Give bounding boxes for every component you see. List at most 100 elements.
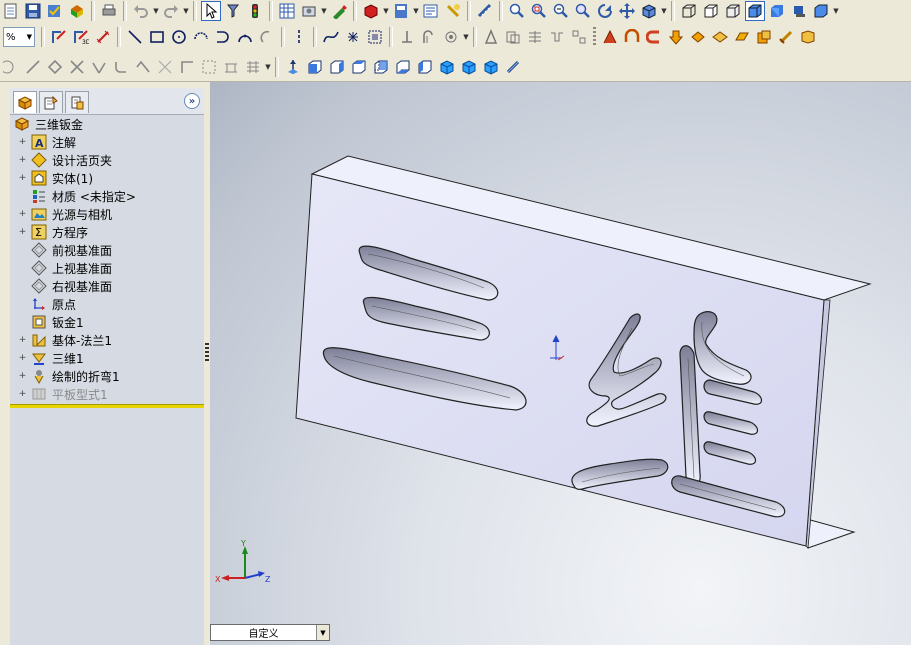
view-trimetric-icon[interactable] [459, 57, 479, 77]
tree-item[interactable]: + 实体(1) [10, 169, 204, 187]
chevron-down-icon[interactable]: ▼ [660, 1, 668, 21]
ellipse-icon[interactable] [1, 57, 21, 77]
view-front-icon[interactable] [305, 57, 325, 77]
tree-item[interactable]: + 基体-法兰1 [10, 331, 204, 349]
collapse-panel-button[interactable]: » [184, 93, 200, 109]
expand-plus-icon[interactable]: + [18, 173, 27, 183]
tree-item[interactable]: 原点 [10, 295, 204, 313]
fold-icon[interactable] [644, 27, 664, 47]
three-point-arc-icon[interactable] [235, 27, 255, 47]
chevron-down-icon[interactable]: ▼ [152, 1, 160, 21]
tree-item[interactable]: 钣金1 [10, 313, 204, 331]
rebuild-icon[interactable] [45, 1, 65, 21]
zoom-fit-icon[interactable] [507, 1, 527, 21]
expand-plus-icon[interactable]: + [18, 209, 27, 219]
view-orientation-combo[interactable]: 自定义 ▼ [210, 624, 330, 641]
expand-plus-icon[interactable]: + [18, 353, 27, 363]
trim-icon[interactable] [397, 27, 417, 47]
flatten-icon[interactable] [688, 27, 708, 47]
property-manager-tab[interactable] [39, 91, 63, 113]
rollback-bar[interactable] [10, 404, 204, 408]
select-icon[interactable] [201, 1, 221, 21]
view-bottom-icon[interactable] [415, 57, 435, 77]
base-flange-icon[interactable] [525, 27, 545, 47]
view-top-icon[interactable] [393, 57, 413, 77]
tangent-arc-icon[interactable] [213, 27, 233, 47]
chevron-down-icon[interactable]: ▼ [412, 1, 420, 21]
sketch-icon[interactable] [49, 27, 69, 47]
edge-flange-icon[interactable] [569, 27, 589, 47]
chevron-down-icon[interactable]: ▼ [462, 27, 470, 47]
centerpoint-arc-icon[interactable] [191, 27, 211, 47]
expand-plus-icon[interactable]: + [18, 389, 27, 399]
display-shaded-edges-icon[interactable] [745, 1, 765, 21]
grid-snap-icon[interactable] [155, 57, 175, 77]
tree-item[interactable]: 上视基准面 [10, 259, 204, 277]
circle-icon[interactable] [169, 27, 189, 47]
line-icon[interactable] [125, 27, 145, 47]
mirror-icon[interactable] [441, 27, 461, 47]
rectangle-icon[interactable] [147, 27, 167, 47]
view-orient-icon[interactable] [361, 1, 381, 21]
pan-icon[interactable] [617, 1, 637, 21]
view-isometric-icon[interactable] [437, 57, 457, 77]
view-orientation-link-icon[interactable] [503, 57, 523, 77]
help-icon[interactable] [421, 1, 441, 21]
normal-to-icon[interactable] [283, 57, 303, 77]
unfold-icon[interactable] [666, 27, 686, 47]
view-left-icon[interactable] [349, 57, 369, 77]
sketch-chamfer-icon[interactable] [133, 57, 153, 77]
redo-icon[interactable] [161, 1, 181, 21]
traffic-light-icon[interactable] [245, 1, 265, 21]
select-filter-icon[interactable] [223, 1, 243, 21]
chevron-down-icon[interactable]: ▼ [264, 57, 272, 77]
dashed-rectangle-icon[interactable] [199, 57, 219, 77]
tree-item[interactable]: + 设计活页夹 [10, 151, 204, 169]
display-wireframe-icon[interactable] [679, 1, 699, 21]
linear-pattern-icon[interactable] [481, 27, 501, 47]
tree-item[interactable]: 右视基准面 [10, 277, 204, 295]
sketch-fillet-icon[interactable] [111, 57, 131, 77]
tree-root[interactable]: 三维钣金 [10, 115, 204, 133]
move-icon[interactable] [221, 57, 241, 77]
offset-icon[interactable] [419, 27, 439, 47]
display-shaded-icon[interactable] [767, 1, 787, 21]
spline-icon[interactable] [321, 27, 341, 47]
display-hidden-icon[interactable] [701, 1, 721, 21]
chevron-down-icon[interactable]: ▼ [832, 1, 840, 21]
rotate-view-icon[interactable] [595, 1, 615, 21]
toolbar-grip[interactable] [593, 27, 596, 47]
rip-icon[interactable] [798, 27, 818, 47]
options-icon[interactable] [299, 1, 319, 21]
three-d-sketch-icon[interactable]: 3D [71, 27, 91, 47]
expand-plus-icon[interactable]: + [18, 137, 27, 147]
tree-item[interactable]: + 绘制的折弯1 [10, 367, 204, 385]
partial-ellipse-icon[interactable] [89, 57, 109, 77]
graphics-viewport[interactable]: Y X Z 自定义 ▼ [210, 82, 911, 645]
zoom-in-out-icon[interactable] [551, 1, 571, 21]
configuration-manager-tab[interactable] [65, 91, 89, 113]
tree-item[interactable]: + 平板型式1 [10, 385, 204, 403]
tree-item[interactable]: 材质 <未指定> [10, 187, 204, 205]
expand-plus-icon[interactable]: + [18, 335, 27, 345]
zoom-area-icon[interactable] [529, 1, 549, 21]
chevron-down-icon[interactable]: ▼ [182, 1, 190, 21]
expand-plus-icon[interactable]: + [18, 155, 27, 165]
zoom-combo[interactable]: % ▼ [3, 27, 35, 47]
tree-item[interactable]: + A 注解 [10, 133, 204, 151]
tree-item[interactable]: + 三维1 [10, 349, 204, 367]
parabola-icon[interactable] [67, 57, 87, 77]
print-icon[interactable] [99, 1, 119, 21]
closed-corner-icon[interactable] [754, 27, 774, 47]
shadows-icon[interactable] [789, 1, 809, 21]
break-corner-icon[interactable] [776, 27, 796, 47]
feature-manager-tab[interactable] [13, 91, 37, 113]
file-props-icon[interactable] [391, 1, 411, 21]
view-right-icon[interactable] [371, 57, 391, 77]
move-entities-icon[interactable] [503, 27, 523, 47]
expand-plus-icon[interactable]: + [18, 227, 27, 237]
convert-entities-icon[interactable] [365, 27, 385, 47]
section-view-icon[interactable] [811, 1, 831, 21]
jog-icon[interactable] [622, 27, 642, 47]
tree-item[interactable]: + Σ 方程序 [10, 223, 204, 241]
